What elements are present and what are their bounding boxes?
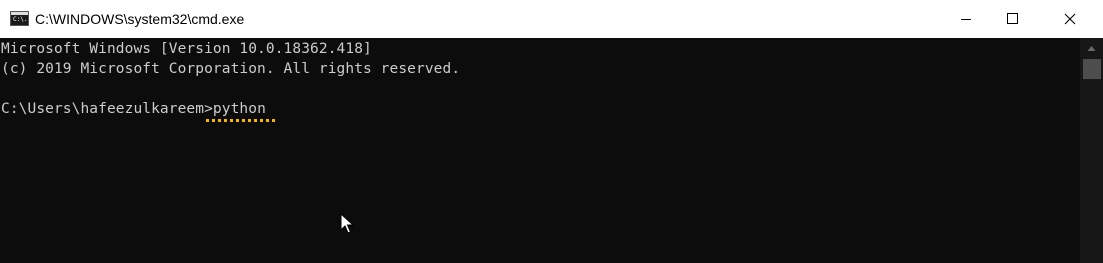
minimize-icon	[961, 19, 971, 20]
icon-text: C:\.	[13, 16, 28, 23]
maximize-icon	[1007, 13, 1018, 24]
arrow-up-icon	[1087, 46, 1096, 51]
window-title: C:\WINDOWS\system32\cmd.exe	[35, 11, 245, 27]
console-output[interactable]: Microsoft Windows [Version 10.0.18362.41…	[0, 38, 1080, 263]
cmd-prompt-icon[interactable]: C:\.	[10, 11, 29, 26]
title-bar[interactable]: C:\. C:\WINDOWS\system32\cmd.exe	[0, 0, 1103, 38]
version-line: Microsoft Windows [Version 10.0.18362.41…	[1, 41, 372, 57]
command-text[interactable]: python	[213, 101, 266, 117]
vertical-scrollbar[interactable]	[1080, 38, 1103, 263]
icon-title-strip	[11, 12, 28, 15]
minimize-button[interactable]	[943, 0, 989, 38]
close-button[interactable]	[1047, 0, 1093, 38]
command-spell-underline	[206, 119, 278, 122]
cmd-window: C:\. C:\WINDOWS\system32\cmd.exe Microso…	[0, 0, 1103, 263]
maximize-button[interactable]	[989, 0, 1035, 38]
command-line[interactable]: C:\Users\hafeezulkareem>python	[1, 99, 266, 119]
scroll-thumb[interactable]	[1083, 59, 1101, 79]
mouse-cursor-icon	[340, 213, 354, 234]
close-icon	[1064, 13, 1076, 25]
copyright-line: (c) 2019 Microsoft Corporation. All righ…	[1, 61, 461, 77]
prompt-text: C:\Users\hafeezulkareem>	[1, 101, 213, 117]
scroll-up-button[interactable]	[1080, 38, 1103, 58]
